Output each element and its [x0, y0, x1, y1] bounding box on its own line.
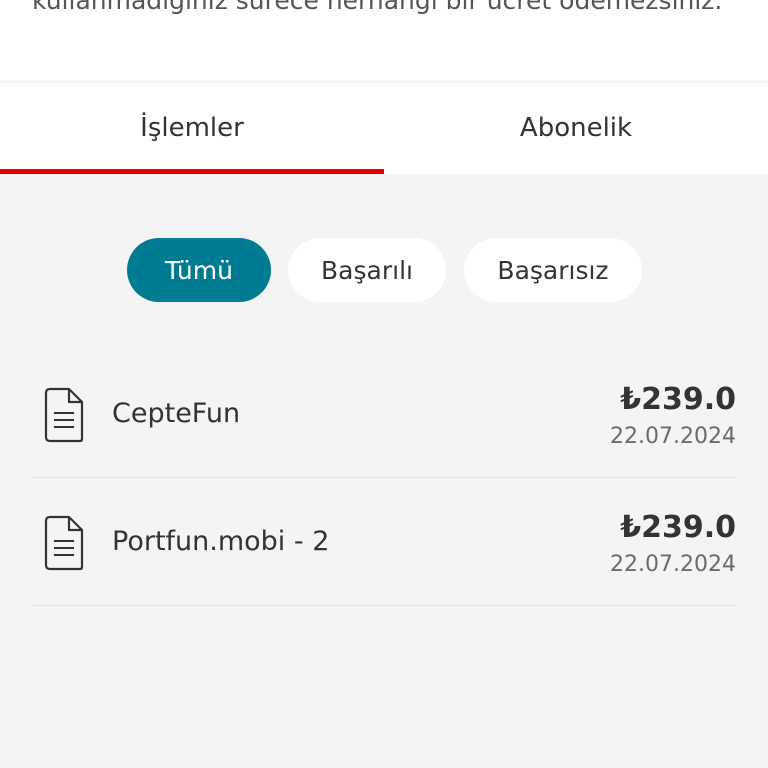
tab-bar: İşlemler Abonelik [0, 82, 768, 174]
transaction-row[interactable]: Portfun.mobi - 2 ₺239.0 22.07.2024 [32, 478, 736, 606]
transaction-amount: ₺239.0 [620, 382, 736, 417]
info-banner: kullanmadığınız sürece herhangi bir ücre… [0, 0, 768, 82]
filter-successful-button[interactable]: Başarılı [288, 238, 446, 302]
filter-failed-button[interactable]: Başarısız [464, 238, 642, 302]
transaction-name: Portfun.mobi - 2 [112, 526, 330, 557]
transaction-date: 22.07.2024 [610, 424, 736, 449]
transaction-list: CepteFun ₺239.0 22.07.2024 Portfun.mobi … [32, 350, 736, 606]
filter-all-button[interactable]: Tümü [127, 238, 271, 302]
active-tab-indicator [0, 169, 384, 174]
document-icon [44, 515, 84, 571]
tab-abonelik[interactable]: Abonelik [384, 82, 768, 174]
transaction-row[interactable]: CepteFun ₺239.0 22.07.2024 [32, 350, 736, 478]
tab-islemler[interactable]: İşlemler [0, 82, 384, 174]
transaction-date: 22.07.2024 [610, 552, 736, 577]
document-icon [44, 387, 84, 443]
tab-label: İşlemler [140, 113, 244, 143]
transaction-amount: ₺239.0 [620, 510, 736, 545]
filter-group: Tümü Başarılı Başarısız [0, 238, 768, 302]
tab-label: Abonelik [519, 113, 633, 143]
transaction-name: CepteFun [112, 398, 241, 429]
info-text: kullanmadığınız sürece herhangi bir ücre… [32, 0, 723, 15]
